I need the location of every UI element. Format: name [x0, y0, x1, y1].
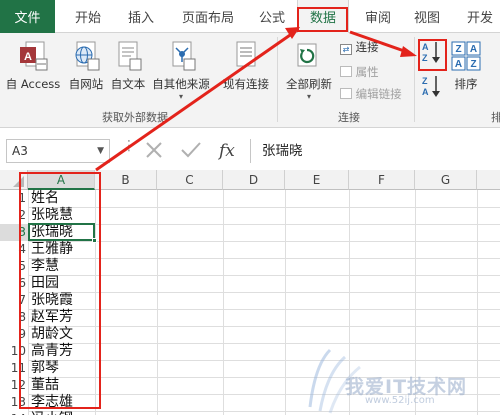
excel-window: 文件 开始 插入 页面布局 公式 数据 审阅 视图 开发 A 自 Access — [0, 0, 500, 415]
watermark-url: www.52ij.com — [365, 395, 435, 406]
arrow-to-data-tab-icon — [95, 27, 300, 172]
arrow-to-sort-button-icon — [349, 30, 417, 57]
